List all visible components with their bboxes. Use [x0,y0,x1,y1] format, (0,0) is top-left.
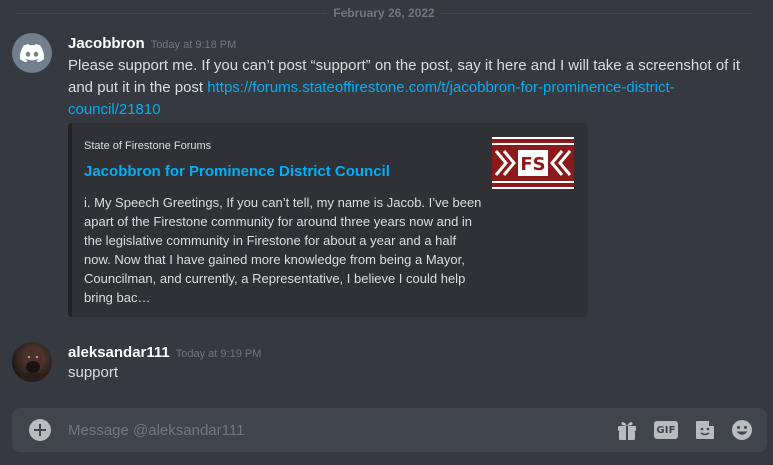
message-content: Please support me. If you can’t post “su… [68,55,748,121]
message-content: support [68,364,119,381]
message-timestamp: Today at 9:18 PM [150,39,237,51]
user-photo-avatar [20,348,46,382]
gif-button[interactable]: GIF [654,418,678,442]
avatar[interactable] [12,342,52,382]
sticker-icon [696,421,714,439]
discord-logo-icon [20,44,44,62]
add-attachment-button[interactable] [29,419,51,441]
emoji-icon [732,420,752,440]
author-name[interactable]: Jacobbron [68,35,145,52]
add-attachment-icon [34,424,46,436]
gift-icon [618,422,636,440]
gif-icon: GIF [654,421,678,439]
embed-description: i. My Speech Greetings, If you can’t tel… [84,195,482,305]
author-name[interactable]: aleksandar111 [68,344,170,361]
avatar[interactable] [12,33,52,73]
emoji-button[interactable] [730,418,754,442]
embed-title[interactable]: Jacobbron for Prominence District Counci… [84,163,390,180]
embed-thumbnail[interactable]: FS [492,137,574,189]
message-composer: GIF [12,408,767,452]
link-embed: State of Firestone Forums Jacobbron for … [68,123,588,317]
gift-button[interactable] [615,418,639,442]
message-author[interactable]: aleksandar111 Today at 9:19 PM [68,344,261,361]
sticker-button[interactable] [693,418,717,442]
message-author[interactable]: Jacobbron Today at 9:18 PM [68,35,236,52]
message-timestamp: Today at 9:19 PM [175,348,262,360]
embed-provider[interactable]: State of Firestone Forums [84,140,211,152]
message-input[interactable] [68,408,588,452]
date-divider: February 26, 2022 [16,6,752,20]
date-divider-label: February 26, 2022 [327,6,441,20]
embed-thumbnail-text: FS [520,154,545,175]
